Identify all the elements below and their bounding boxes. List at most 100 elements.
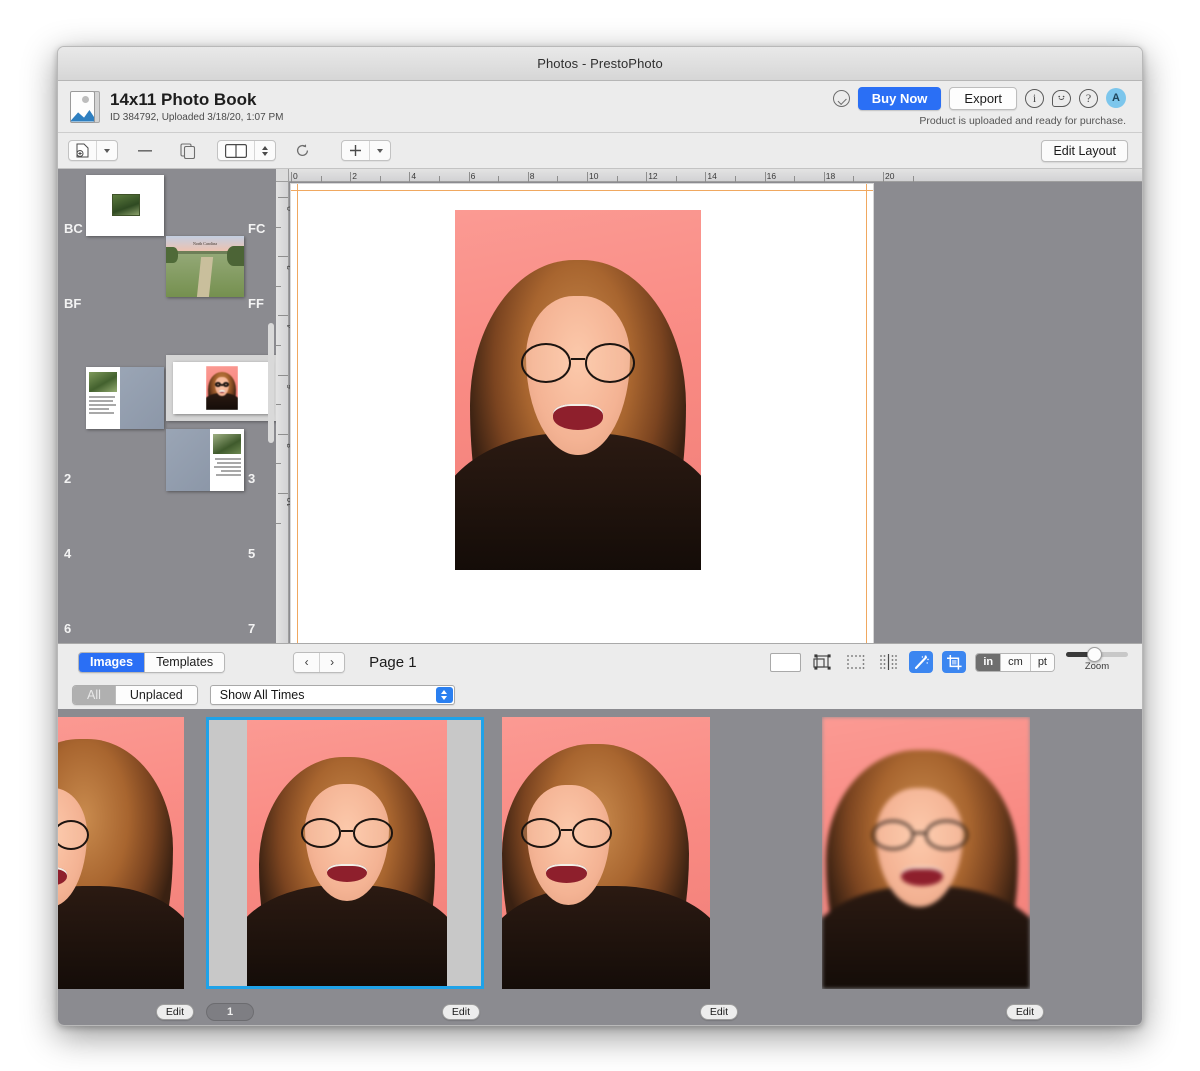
ruler-tick [735,176,736,182]
two-page-spread-icon[interactable] [218,141,254,160]
edit-button[interactable]: Edit [155,1004,194,1020]
filter-unplaced[interactable]: Unplaced [114,685,197,704]
photo-thumb-2[interactable] [247,720,447,986]
list-item[interactable]: Edit [760,709,1058,1025]
ruler-label: 4 [411,171,417,181]
page-thumb-1-selection[interactable] [166,355,276,421]
info-icon[interactable]: i [1025,88,1044,108]
ruler-tick [276,345,281,346]
time-filter-stepper-icon[interactable] [435,686,453,703]
list-item[interactable]: Edit [490,709,760,1025]
ruler-corner [276,169,289,182]
align-center-icon[interactable] [876,651,900,673]
photo-thumb-4[interactable] [822,717,1030,989]
ruler-tick [587,172,588,182]
guide-top [291,190,873,191]
time-filter-select[interactable]: Show All Times [209,684,455,705]
page-label-ff: FF [248,296,264,311]
ruler-tick [823,172,825,182]
ruler-tick [276,285,281,287]
unit-cm[interactable]: cm [1000,653,1030,671]
remove-page-button[interactable] [129,140,161,161]
export-button[interactable]: Export [949,86,1017,110]
tab-templates[interactable]: Templates [144,652,225,672]
add-item-chevron-down-icon[interactable] [369,141,390,160]
edit-layout-button[interactable]: Edit Layout [1041,139,1128,162]
time-filter-value: Show All Times [219,687,305,702]
spread-stepper-icon[interactable] [254,141,275,160]
edit-button[interactable]: Edit [441,1004,480,1020]
ruler-label: 20 [885,171,895,181]
editor-toolbar: Edit Layout [58,133,1142,169]
ruler-label: 12 [648,171,658,181]
edit-button[interactable]: Edit [699,1004,738,1020]
photo-thumb-3[interactable] [502,717,710,989]
filter-all[interactable]: All [73,685,115,704]
list-item[interactable]: Edit [58,709,200,1025]
page-label-bc: BC [64,221,83,236]
buy-now-button[interactable]: Buy Now [857,86,942,110]
page-thumb-bc[interactable] [86,175,164,236]
plus-icon[interactable] [342,141,369,160]
product-title: 14x11 Photo Book [110,90,257,109]
add-page-control[interactable] [68,140,118,161]
ruler-tick [912,176,914,182]
magic-wand-icon[interactable] [909,651,934,673]
horizontal-ruler: 0 2 4 6 8 10 12 14 16 18 20 [276,169,1142,182]
page-number-2: 2 [64,471,72,486]
cover-caption: North Carolina [192,241,218,246]
tab-images[interactable]: Images [79,652,145,672]
zoom-control[interactable]: Zoom [1066,647,1128,672]
photo-thumb-2-selection[interactable] [206,717,484,989]
image-filmstrip[interactable]: Edit 1 Edit Edit Edit [58,709,1142,1025]
spread-view-control[interactable] [217,140,276,161]
placement-filter[interactable]: All Unplaced [72,684,198,705]
grid-snap-icon[interactable] [843,651,867,673]
chevron-left-icon[interactable]: ‹ [294,652,320,672]
page-thumb-bf[interactable] [86,367,164,429]
ruler-tick [764,172,766,182]
page-number-6: 6 [64,621,72,636]
add-page-chevron-down-icon[interactable] [96,141,117,160]
chevron-right-icon[interactable]: › [319,652,345,672]
ruler-tick [291,172,292,182]
unit-pt[interactable]: pt [1029,653,1054,671]
crop-icon[interactable] [942,651,967,673]
canvas-photo-frame[interactable] [455,210,701,570]
add-item-control[interactable] [341,140,391,161]
ruler-tick [276,522,281,524]
window-titlebar: Photos - PrestoPhoto [58,47,1142,81]
zoom-slider[interactable] [1066,647,1128,662]
ruler-tick [705,172,707,182]
ruler-tick [468,172,470,182]
page-thumb-fc[interactable]: North Carolina [166,236,244,297]
help-icon[interactable]: ? [1079,88,1098,108]
panel-tabs[interactable]: Images Templates [78,651,226,673]
page-canvas[interactable] [290,183,874,643]
page-list-scrollbar[interactable] [268,175,274,635]
ruler-label: 8 [529,171,535,181]
edit-button[interactable]: Edit [1005,1004,1044,1020]
unit-in[interactable]: in [976,653,1001,671]
page-number-4: 4 [64,546,72,561]
zoom-slider-knob[interactable] [1087,647,1102,662]
current-page-label: Page 1 [369,653,417,671]
avatar[interactable]: A [1106,88,1126,108]
ruler-tick [675,176,677,182]
background-color-swatch[interactable] [770,652,802,672]
add-page-icon[interactable] [69,141,96,160]
ruler-tick [278,433,288,435]
page-list-sidebar[interactable]: BC North Carolina FC BF FF 2 3 4 5 6 7 [58,169,276,643]
refresh-icon[interactable] [286,140,319,161]
fit-to-frame-icon[interactable] [810,651,834,673]
duplicate-pages-icon[interactable] [171,140,205,161]
zoom-label: Zoom [1084,661,1110,672]
ruler-tick [278,315,288,317]
photo-thumb-1[interactable] [58,717,184,989]
unit-selector[interactable]: in cm pt [975,652,1055,672]
page-nav[interactable]: ‹ › [293,651,346,673]
canvas-area[interactable]: 02468101214161820 0246810 [276,169,1142,643]
page-thumb-ff[interactable] [166,429,244,491]
list-item[interactable]: 1 Edit [200,709,490,1025]
feedback-icon[interactable] [1052,89,1071,107]
